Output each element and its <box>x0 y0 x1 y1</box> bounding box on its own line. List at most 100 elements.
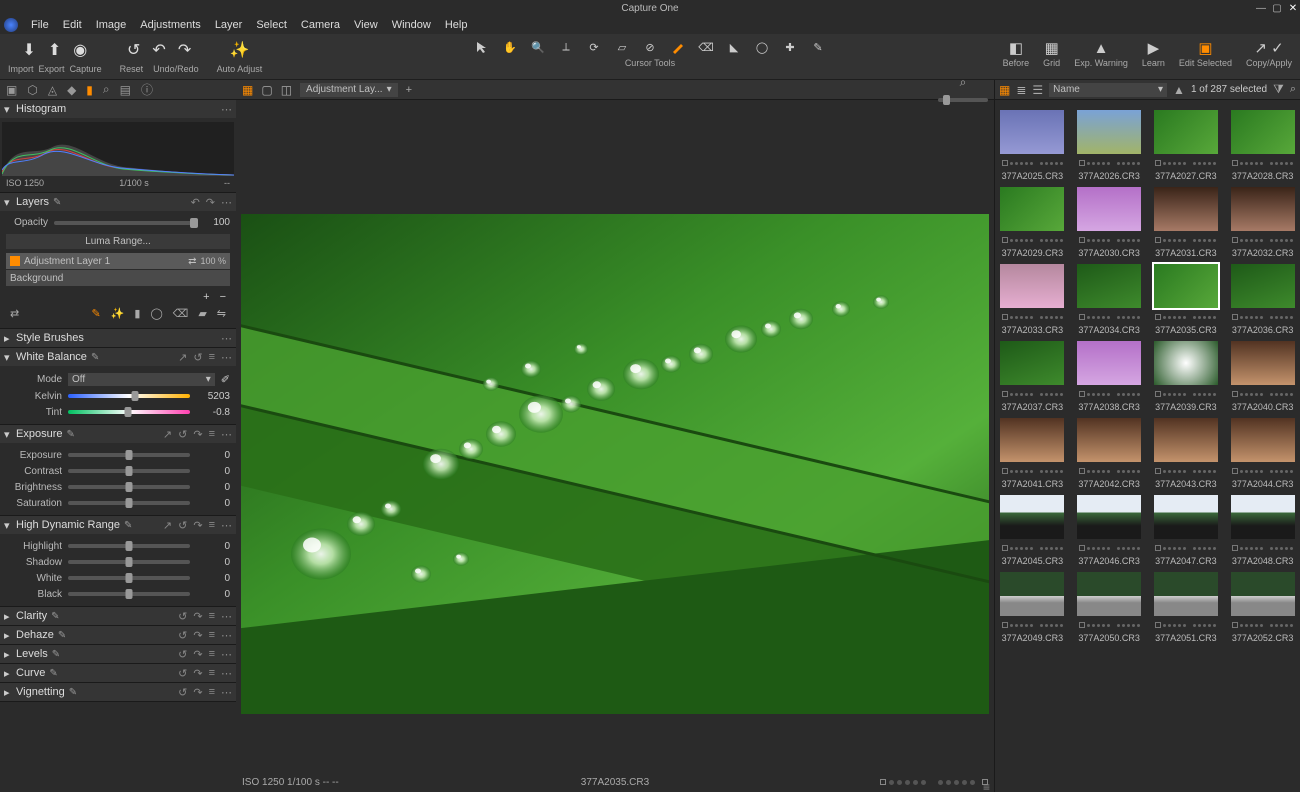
reset-icon[interactable]: ↺ <box>178 667 187 680</box>
thumbnail[interactable]: 377A2040.CR3 <box>1229 341 1296 412</box>
preset-icon[interactable]: ≡ <box>209 686 215 699</box>
thumbnail[interactable]: 377A2035.CR3 <box>1153 264 1220 335</box>
menu-image[interactable]: Image <box>89 19 134 31</box>
keystone-tool-icon[interactable]: ▱ <box>613 38 631 56</box>
thumb-image[interactable] <box>1077 572 1141 616</box>
thumb-rating[interactable] <box>1232 542 1293 554</box>
sort-select[interactable]: Name▾ <box>1049 83 1167 97</box>
linear-mask-icon[interactable]: ▮ <box>134 307 140 320</box>
copy-icon[interactable]: ↗ <box>163 519 172 532</box>
layer-row[interactable]: Adjustment Layer 1⇄100 % <box>6 253 230 269</box>
caret-icon[interactable]: ▾ <box>4 103 12 116</box>
caret-icon[interactable]: ▾ <box>4 519 12 532</box>
thumb-rating[interactable] <box>1079 465 1140 477</box>
thumb-rating[interactable] <box>1002 542 1063 554</box>
white-slider[interactable] <box>68 576 190 580</box>
close-button[interactable]: ✕ <box>1286 1 1300 15</box>
invert-icon[interactable]: ⇋ <box>217 307 226 320</box>
thumb-image[interactable] <box>1231 264 1295 308</box>
panel-menu-icon[interactable]: ⋯ <box>221 351 232 364</box>
thumb-image[interactable] <box>1077 341 1141 385</box>
brush-icon[interactable]: ✎ <box>91 307 100 320</box>
caret-icon[interactable]: ▸ <box>4 629 12 642</box>
loupe-tool-icon[interactable]: 🔍 <box>529 38 547 56</box>
thumb-film-icon[interactable]: ☰ <box>1032 83 1043 97</box>
thumb-rating[interactable] <box>1002 311 1063 323</box>
thumb-image[interactable] <box>1000 110 1064 154</box>
thumbnail[interactable]: 377A2039.CR3 <box>1153 341 1220 412</box>
thumb-rating[interactable] <box>1002 465 1063 477</box>
thumbnail[interactable]: 377A2038.CR3 <box>1076 341 1143 412</box>
preset-icon[interactable]: ≡ <box>209 667 215 680</box>
panel-menu-icon[interactable]: ⋯ <box>221 519 232 532</box>
reset-icon[interactable]: ↶ <box>191 196 200 209</box>
thumb-rating[interactable] <box>1232 234 1293 246</box>
thumb-image[interactable] <box>1154 341 1218 385</box>
panel-menu-icon[interactable]: ⋯ <box>221 196 232 209</box>
thumb-rating[interactable] <box>1232 619 1293 631</box>
adj-value[interactable]: 0 <box>196 557 230 568</box>
thumb-image[interactable] <box>1000 418 1064 462</box>
erase-icon[interactable]: ⌫ <box>173 307 189 320</box>
thumbnail[interactable]: 377A2029.CR3 <box>999 187 1066 258</box>
panel-menu-icon[interactable]: ⋯ <box>221 648 232 661</box>
zoom-slider[interactable] <box>938 98 988 102</box>
thumb-rating[interactable] <box>1155 311 1216 323</box>
view-grid-icon[interactable]: ▦ <box>242 83 253 97</box>
menu-edit[interactable]: Edit <box>56 19 89 31</box>
thumb-image[interactable] <box>1154 264 1218 308</box>
thumb-rating[interactable] <box>1155 619 1216 631</box>
thumbnail[interactable]: 377A2050.CR3 <box>1076 572 1143 643</box>
thumb-rating[interactable] <box>1079 388 1140 400</box>
view-single-icon[interactable]: ▢ <box>261 83 272 97</box>
thumb-image[interactable] <box>1154 110 1218 154</box>
thumbnail[interactable]: 377A2025.CR3 <box>999 110 1066 181</box>
thumb-image[interactable] <box>1154 187 1218 231</box>
refine-tab-icon[interactable]: ⌕ <box>103 82 110 97</box>
rating-widget[interactable]: ≡ <box>880 777 988 788</box>
kelvin-value[interactable]: 5203 <box>196 391 230 402</box>
fill-icon[interactable]: ▰ <box>198 307 206 320</box>
thumb-image[interactable] <box>1154 495 1218 539</box>
thumb-image[interactable] <box>1231 187 1295 231</box>
gradient-tool-icon[interactable]: ◣ <box>725 38 743 56</box>
export-icon[interactable]: ⬆ <box>48 40 61 60</box>
thumb-image[interactable] <box>1000 341 1064 385</box>
thumb-image[interactable] <box>1231 495 1295 539</box>
library-tab-icon[interactable]: ▣ <box>6 83 17 97</box>
thumb-rating[interactable] <box>1232 157 1293 169</box>
import-icon[interactable]: ⬇ <box>22 40 35 60</box>
thumbnail[interactable]: 377A2046.CR3 <box>1076 495 1143 566</box>
view-multi-icon[interactable]: ◫ <box>281 83 292 97</box>
thumbnail[interactable]: 377A2047.CR3 <box>1153 495 1220 566</box>
thumbnail[interactable]: 377A2049.CR3 <box>999 572 1066 643</box>
zoom-icon[interactable]: ⌕ <box>960 80 967 90</box>
thumb-image[interactable] <box>1154 418 1218 462</box>
layer-dropdown[interactable]: Adjustment Lay...▾ <box>300 83 398 97</box>
panel-menu-icon[interactable]: ⋯ <box>221 428 232 441</box>
thumb-image[interactable] <box>1000 572 1064 616</box>
thumbnail[interactable]: 377A2044.CR3 <box>1229 418 1296 489</box>
grid-button[interactable]: ▦Grid <box>1043 38 1060 68</box>
tint-value[interactable]: -0.8 <box>196 407 230 418</box>
reset-icon[interactable]: ↺ <box>127 40 140 60</box>
kelvin-slider[interactable] <box>68 394 190 398</box>
thumb-rating[interactable] <box>1232 311 1293 323</box>
saturation-slider[interactable] <box>68 501 190 505</box>
reset-icon[interactable]: ↺ <box>178 686 187 699</box>
highlight-slider[interactable] <box>68 544 190 548</box>
add-layer-icon[interactable]: + <box>203 291 209 303</box>
adj-value[interactable]: 0 <box>196 482 230 493</box>
caret-icon[interactable]: ▸ <box>4 648 12 661</box>
menu-camera[interactable]: Camera <box>294 19 347 31</box>
undo-icon[interactable]: ↷ <box>193 667 202 680</box>
lens-tab-icon[interactable]: ◬ <box>48 83 57 97</box>
maximize-button[interactable]: ▢ <box>1270 1 1284 15</box>
menu-help[interactable]: Help <box>438 19 475 31</box>
wb-mode-select[interactable]: Off▾ <box>68 373 215 386</box>
thumbnail[interactable]: 377A2051.CR3 <box>1153 572 1220 643</box>
remove-layer-icon[interactable]: − <box>220 291 226 303</box>
preset-icon[interactable]: ≡ <box>209 351 215 364</box>
thumb-rating[interactable] <box>1002 157 1063 169</box>
exposure-tab-icon[interactable]: ▮ <box>86 83 93 97</box>
